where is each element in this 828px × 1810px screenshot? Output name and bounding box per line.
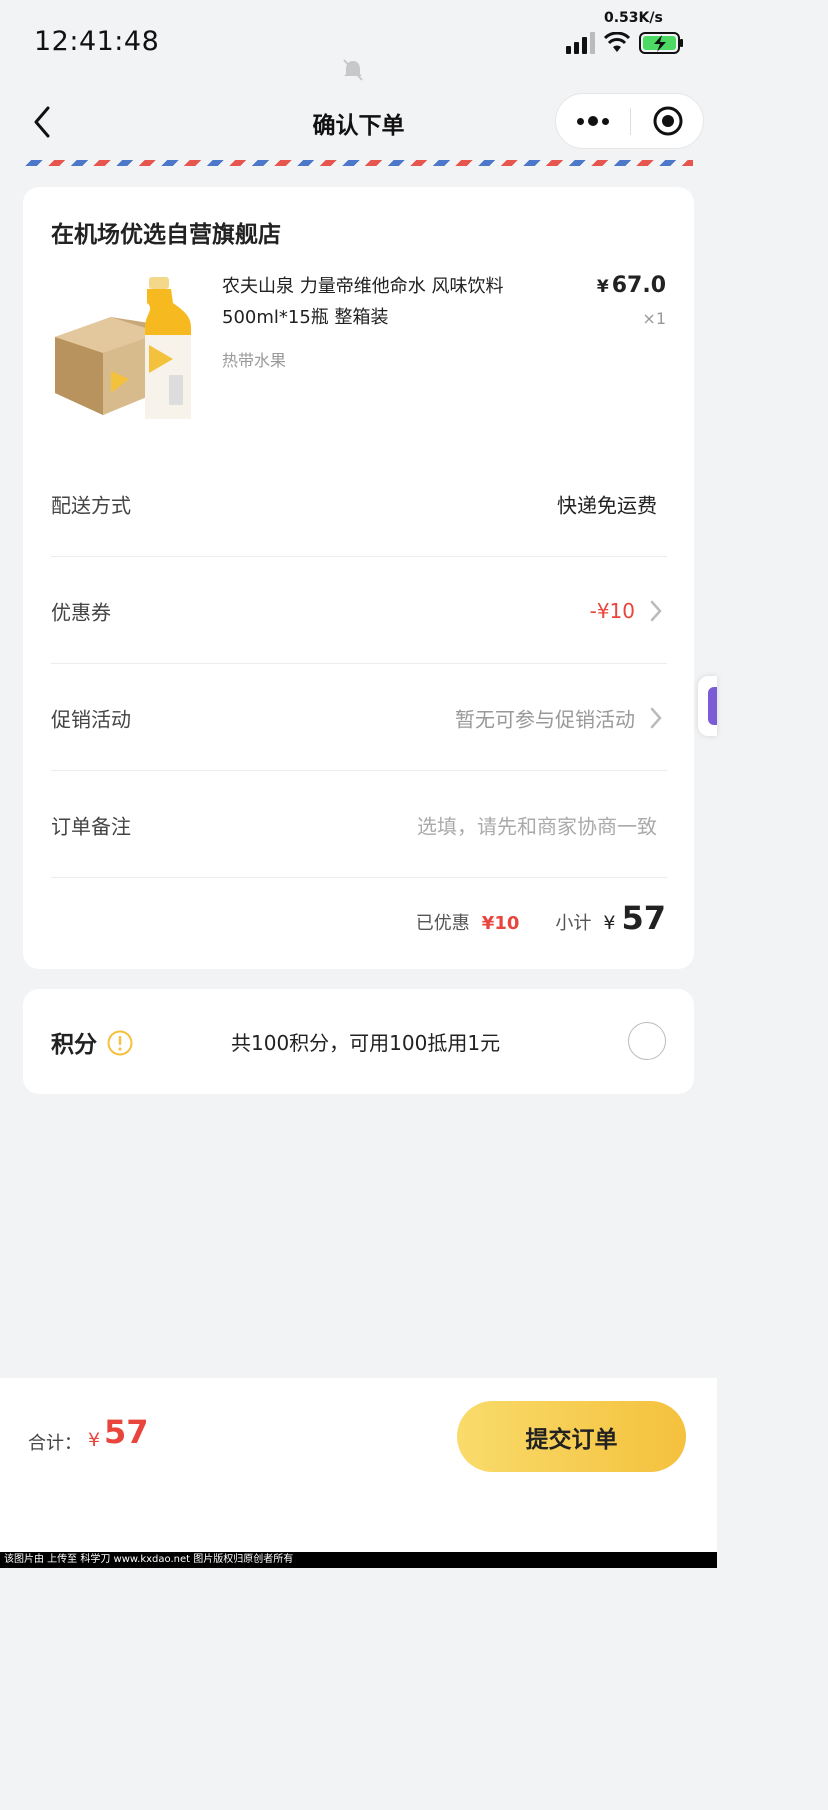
coupon-label: 优惠券 — [51, 600, 111, 624]
points-title: 积分 — [51, 1032, 97, 1058]
discount-value: ¥10 — [481, 913, 520, 934]
product-quantity: ×1 — [642, 309, 666, 328]
total-label: 合计： — [28, 1433, 82, 1454]
product-name[interactable]: 农夫山泉 力量帝维他命水 风味饮料500ml*15瓶 整箱装 — [222, 271, 542, 333]
more-dots-icon — [577, 117, 584, 125]
close-button[interactable] — [631, 94, 704, 148]
chevron-right-icon — [650, 707, 662, 728]
points-description: 共100积分，可用100抵用1元 — [231, 1031, 501, 1055]
total-currency: ¥ — [88, 1429, 101, 1451]
points-radio[interactable] — [628, 1022, 666, 1060]
delivery-label: 配送方式 — [51, 493, 131, 517]
remark-label: 订单备注 — [51, 814, 131, 838]
delivery-method-row: 配送方式 快递免运费 — [51, 450, 667, 557]
store-name: 在机场优选自营旗舰店 — [51, 222, 281, 248]
promotion-label: 促销活动 — [51, 707, 131, 731]
status-bar: 12:41:48 0.53K/s — [0, 0, 717, 81]
order-card: 在机场优选自营旗舰店 农夫山泉 力量帝维他命水 风味饮料500ml*15瓶 整箱… — [23, 187, 694, 969]
coupon-value: -¥10 — [589, 598, 635, 623]
navigation-bar: 确认下单 — [0, 90, 717, 154]
product-image[interactable] — [51, 275, 197, 421]
product-price: ¥67.0 — [597, 273, 666, 298]
mini-program-capsule — [555, 93, 704, 149]
battery-charging-icon — [639, 32, 683, 54]
floating-side-tab[interactable] — [698, 676, 717, 736]
divider — [51, 877, 667, 878]
order-remark-row[interactable]: 订单备注 选填，请先和商家协商一致 — [51, 771, 667, 878]
submit-order-button[interactable]: 提交订单 — [457, 1401, 686, 1472]
subtotal-label: 小计 — [555, 913, 592, 934]
subtotal-currency: ¥ — [603, 912, 616, 934]
wifi-icon — [603, 32, 631, 52]
airmail-border — [24, 160, 693, 166]
info-icon[interactable] — [107, 1030, 133, 1056]
chevron-right-icon — [650, 600, 662, 621]
coupon-row[interactable]: 优惠券 -¥10 — [51, 557, 667, 664]
points-card: 积分 共100积分，可用100抵用1元 — [23, 989, 694, 1094]
mute-bell-icon — [343, 59, 363, 81]
price-currency: ¥ — [596, 277, 609, 297]
total-amount: 57 — [104, 1413, 149, 1451]
close-target-icon — [653, 106, 682, 136]
network-speed: 0.53K/s — [604, 10, 663, 26]
delivery-value: 快递免运费 — [557, 493, 657, 517]
product-spec: 热带水果 — [222, 351, 287, 370]
discount-label: 已优惠 — [415, 913, 470, 934]
status-icons — [565, 30, 685, 56]
subtotal-value: 57 — [621, 899, 666, 937]
bottom-bar: 合计： ¥ 57 提交订单 — [0, 1378, 717, 1552]
more-button[interactable] — [556, 94, 630, 148]
price-value: 67.0 — [611, 273, 666, 298]
signal-icon — [566, 32, 595, 54]
order-summary: 已优惠 ¥10 小计 ¥ 57 — [416, 899, 666, 939]
status-time: 12:41:48 — [34, 26, 160, 57]
remark-input[interactable]: 选填，请先和商家协商一致 — [417, 810, 657, 839]
promotion-row[interactable]: 促销活动 暂无可参与促销活动 — [51, 664, 667, 771]
promotion-value: 暂无可参与促销活动 — [455, 707, 635, 731]
watermark: 该图片由 上传至 科学刀 www.kxdao.net 图片版权归原创者所有 — [0, 1552, 717, 1568]
